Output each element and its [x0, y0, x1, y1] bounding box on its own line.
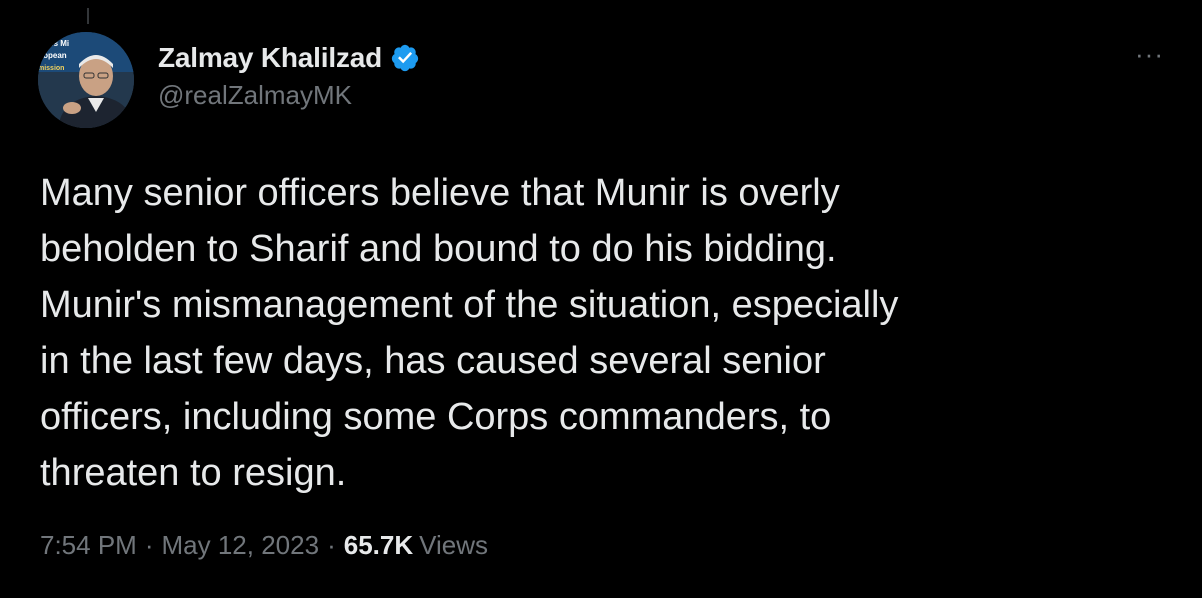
thread-connector-line [87, 8, 89, 24]
views-count: 65.7K [343, 530, 414, 560]
avatar-backdrop-text-3: mission [38, 65, 64, 72]
author-handle[interactable]: @realZalmayMK [158, 80, 352, 111]
tweet-card: ates Mi ropean mission Zalmay Khalilzad … [0, 0, 1202, 598]
tweet-text: Many senior officers believe that Munir … [40, 172, 899, 494]
meta-separator: · [144, 530, 154, 560]
tweet-metadata: 7:54 PM · May 12, 2023 · 65.7K Views [40, 530, 488, 561]
author-name-row: Zalmay Khalilzad [158, 42, 420, 74]
avatar-backdrop-text-2: ropean [40, 51, 67, 60]
views-label: Views [419, 530, 489, 560]
tweet-date-link[interactable]: May 12, 2023 [162, 530, 320, 561]
verified-badge-icon [390, 43, 420, 73]
avatar[interactable]: ates Mi ropean mission [38, 32, 134, 128]
tweet-time-link[interactable]: 7:54 PM [40, 530, 137, 561]
avatar-backdrop-text-1: ates Mi [42, 39, 69, 48]
meta-separator: · [327, 530, 336, 560]
profile-photo-icon: ates Mi ropean mission [38, 32, 134, 128]
author-display-name[interactable]: Zalmay Khalilzad [158, 42, 382, 74]
more-options-icon[interactable]: ··· [1135, 41, 1164, 67]
